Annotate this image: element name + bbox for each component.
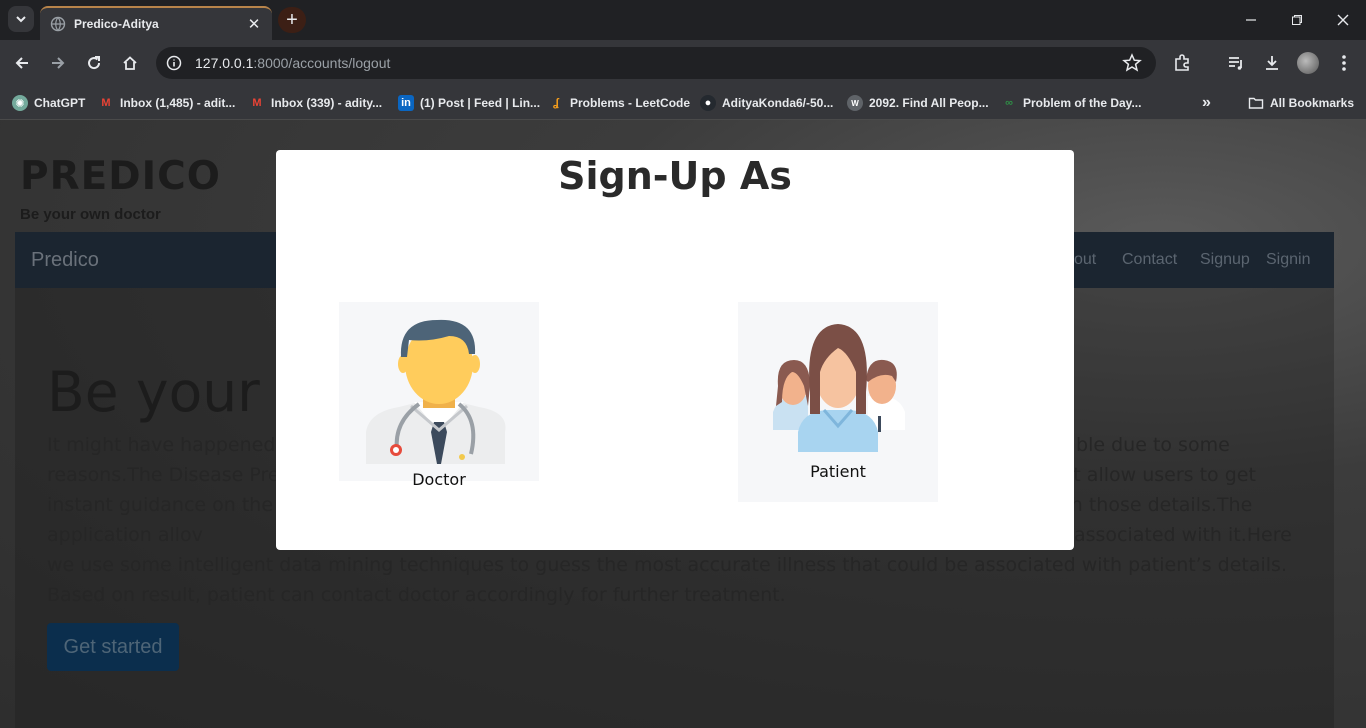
- home-button[interactable]: [118, 51, 142, 75]
- info-icon[interactable]: [166, 55, 182, 71]
- wiki-icon: W: [847, 95, 863, 111]
- forward-button[interactable]: [46, 51, 70, 75]
- url-path: :8000/accounts/logout: [253, 55, 391, 71]
- media-control-button[interactable]: [1224, 51, 1248, 75]
- browser-toolbar: 127.0.0.1:8000/accounts/logout: [0, 40, 1366, 86]
- close-icon: [1337, 14, 1349, 26]
- more-bookmarks-button[interactable]: »: [1202, 93, 1211, 113]
- folder-icon: [1248, 97, 1264, 109]
- profile-avatar[interactable]: [1297, 52, 1319, 74]
- tab-close-icon[interactable]: ✕: [246, 15, 262, 33]
- navbar-brand[interactable]: Predico: [31, 249, 99, 272]
- back-button[interactable]: [10, 51, 34, 75]
- geeksforgeeks-icon: ∞: [1005, 97, 1013, 109]
- page-viewport: PREDICO Be your own doctor Predico out C…: [0, 120, 1366, 728]
- restore-icon: [1292, 15, 1302, 25]
- minimize-button[interactable]: [1228, 0, 1274, 40]
- double-chevron-right-icon: »: [1202, 94, 1211, 111]
- arrow-left-icon: [15, 57, 28, 69]
- bookmark-leetcode-problem[interactable]: W 2092. Find All Peop...: [847, 93, 989, 113]
- all-bookmarks-button[interactable]: All Bookmarks: [1248, 93, 1354, 113]
- puzzle-icon: [1175, 54, 1189, 71]
- bookmark-label: Inbox (339) - adity...: [271, 96, 383, 110]
- reload-button[interactable]: [82, 51, 106, 75]
- kebab-menu-icon: [1342, 55, 1346, 71]
- bookmarks-bar: ✺ ChatGPT M Inbox (1,485) - adit... M In…: [0, 86, 1366, 120]
- star-icon[interactable]: [1122, 53, 1142, 73]
- doctor-icon: [366, 319, 506, 464]
- bookmark-linkedin[interactable]: in (1) Post | Feed | Lin...: [398, 93, 540, 113]
- bookmark-gmail-1[interactable]: M Inbox (1,485) - adit...: [98, 93, 235, 113]
- restore-button[interactable]: [1274, 0, 1320, 40]
- nav-link-contact[interactable]: Contact: [1122, 251, 1177, 269]
- address-bar[interactable]: 127.0.0.1:8000/accounts/logout: [156, 47, 1156, 79]
- chatgpt-icon: ✺: [12, 95, 28, 111]
- new-tab-button[interactable]: +: [278, 7, 306, 33]
- tab-title: Predico-Aditya: [74, 17, 159, 31]
- playlist-icon: [1229, 57, 1242, 70]
- bookmark-leetcode[interactable]: ʆ Problems - LeetCode: [548, 93, 690, 113]
- close-window-button[interactable]: [1320, 0, 1366, 40]
- leetcode-icon: ʆ: [553, 97, 559, 109]
- all-bookmarks-label: All Bookmarks: [1270, 96, 1355, 110]
- github-icon: ●: [700, 95, 716, 111]
- reload-icon: [88, 56, 101, 70]
- nav-link-about[interactable]: out: [1074, 251, 1096, 269]
- active-tab[interactable]: Predico-Aditya ✕: [40, 6, 272, 40]
- bookmark-label: Problems - LeetCode: [570, 96, 691, 110]
- url-text[interactable]: 127.0.0.1:8000/accounts/logout: [195, 55, 390, 71]
- site-tagline: Be your own doctor: [20, 206, 161, 223]
- bookmark-label: ChatGPT: [34, 96, 86, 110]
- bookmark-label: 2092. Find All Peop...: [869, 96, 989, 110]
- download-icon: [1266, 56, 1278, 70]
- bookmark-github[interactable]: ● AdityaKonda6/-50...: [700, 93, 833, 113]
- doctor-option[interactable]: Doctor: [339, 302, 539, 489]
- downloads-button[interactable]: [1260, 51, 1284, 75]
- chevron-down-icon: [16, 16, 26, 23]
- nav-link-signup[interactable]: Signup: [1200, 251, 1250, 269]
- arrow-right-icon: [52, 57, 65, 69]
- bookmark-label: Problem of the Day...: [1023, 96, 1142, 110]
- tab-search-button[interactable]: [8, 6, 34, 32]
- menu-button[interactable]: [1332, 51, 1356, 75]
- bookmark-gfg[interactable]: ∞ Problem of the Day...: [1001, 93, 1141, 113]
- modal-title: Sign-Up As: [558, 154, 792, 198]
- signup-modal: Sign-Up As Doctor Patient: [276, 150, 1074, 550]
- extensions-button[interactable]: [1170, 51, 1194, 75]
- bookmark-label: Inbox (1,485) - adit...: [120, 96, 236, 110]
- globe-icon: [50, 16, 66, 32]
- bookmark-label: AdityaKonda6/-50...: [722, 96, 834, 110]
- tab-strip: Predico-Aditya ✕ +: [0, 0, 1366, 40]
- linkedin-icon: in: [398, 95, 414, 111]
- minimize-icon: [1246, 19, 1256, 21]
- gmail-icon: M: [101, 97, 111, 109]
- bookmark-gmail-2[interactable]: M Inbox (339) - adity...: [249, 93, 382, 113]
- bookmark-label: (1) Post | Feed | Lin...: [420, 96, 541, 110]
- plus-icon: +: [286, 8, 298, 31]
- gmail-icon: M: [252, 97, 262, 109]
- bookmark-chatgpt[interactable]: ✺ ChatGPT: [12, 93, 85, 113]
- get-started-button[interactable]: Get started: [47, 623, 179, 671]
- home-icon: [123, 56, 137, 70]
- doctor-label[interactable]: Doctor: [339, 470, 539, 489]
- patient-option[interactable]: Patient: [738, 302, 938, 502]
- nav-link-signin[interactable]: Signin: [1266, 251, 1310, 269]
- url-host: 127.0.0.1: [195, 55, 254, 71]
- patient-label[interactable]: Patient: [738, 462, 938, 481]
- site-logo-text: PREDICO: [20, 154, 221, 199]
